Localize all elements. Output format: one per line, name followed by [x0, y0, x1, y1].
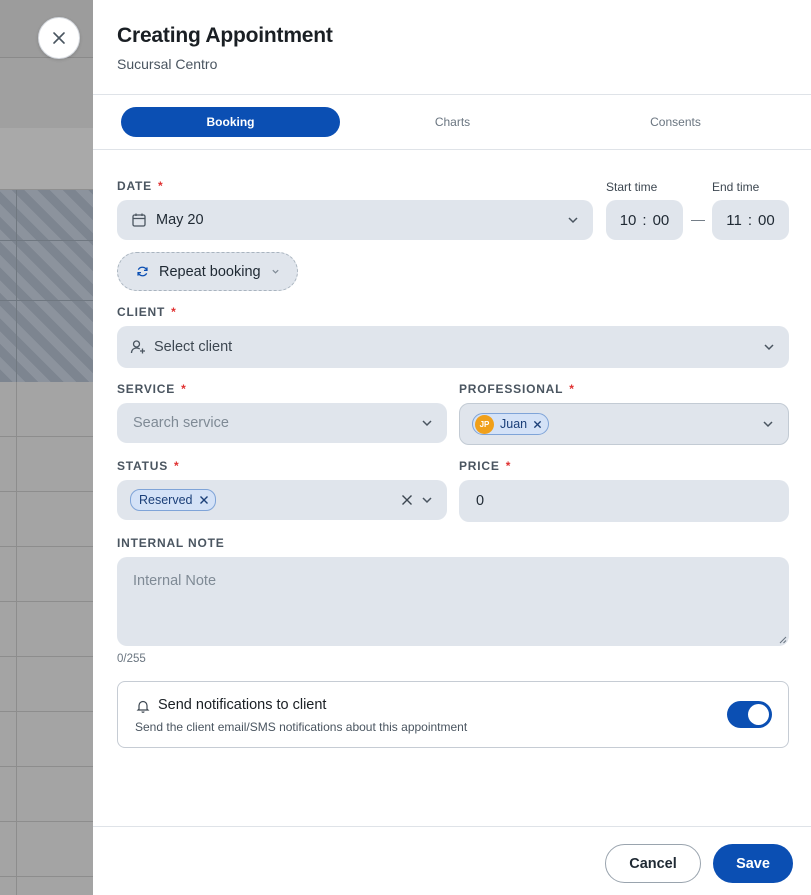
close-button[interactable] — [38, 17, 80, 59]
notification-description: Send the client email/SMS notifications … — [135, 720, 468, 734]
tab-charts[interactable]: Charts — [343, 107, 562, 137]
professional-label: PROFESSIONAL * — [459, 382, 575, 396]
date-value: May 20 — [156, 212, 204, 228]
chevron-down-icon — [421, 417, 433, 429]
notification-settings-card: Send notifications to client Send the cl… — [117, 681, 789, 748]
service-label: SERVICE * — [117, 382, 187, 396]
status-label-text: STATUS — [117, 459, 169, 473]
end-minute[interactable]: 00 — [758, 212, 775, 229]
time-colon: : — [747, 211, 753, 229]
professional-chip-label: Juan — [500, 417, 528, 431]
calendar-grid — [0, 382, 93, 895]
required-marker: * — [157, 179, 164, 193]
remove-chip-icon[interactable] — [199, 495, 209, 505]
date-label-text: DATE — [117, 179, 152, 193]
required-marker: * — [505, 459, 512, 473]
time-colon: : — [642, 211, 647, 229]
tab-booking[interactable]: Booking — [121, 107, 340, 137]
price-input[interactable]: 0 — [459, 480, 789, 522]
calendar-grid-line — [0, 240, 93, 241]
required-marker: * — [174, 459, 180, 473]
end-time-input[interactable]: 11 : 00 — [712, 200, 789, 240]
branch-name: Sucursal Centro — [117, 56, 218, 72]
client-select[interactable]: Select client — [117, 326, 789, 368]
tab-bar: Booking Charts Consents — [93, 95, 811, 150]
status-label: STATUS * — [117, 459, 180, 473]
status-chip-label: Reserved — [139, 493, 193, 507]
page-title: Creating Appointment — [117, 24, 333, 47]
calendar-subheader-band — [0, 58, 93, 128]
appointment-panel: Creating Appointment Sucursal Centro Boo… — [93, 0, 811, 895]
status-select[interactable]: Reserved — [117, 480, 447, 520]
client-label: CLIENT * — [117, 305, 177, 319]
tab-consents[interactable]: Consents — [566, 107, 785, 137]
price-value: 0 — [476, 493, 485, 509]
start-time-label: Start time — [606, 180, 658, 194]
date-label: DATE * — [117, 179, 163, 193]
internal-note-label: INTERNAL NOTE — [117, 536, 225, 550]
refresh-icon — [137, 266, 148, 277]
chevron-down-icon — [567, 214, 579, 226]
add-user-icon — [130, 340, 145, 354]
calendar-grid-line — [0, 300, 93, 301]
start-time-input[interactable]: 10 : 00 — [606, 200, 683, 240]
service-label-text: SERVICE — [117, 382, 176, 396]
chevron-down-icon — [763, 341, 775, 353]
remove-chip-icon[interactable] — [533, 420, 542, 429]
close-icon — [53, 32, 65, 44]
calendar-day-band — [0, 128, 93, 190]
bell-icon — [136, 700, 150, 713]
calendar-icon — [132, 213, 146, 227]
notifications-toggle[interactable] — [727, 701, 772, 728]
service-search-input[interactable]: Search service — [117, 403, 447, 443]
calendar-backdrop — [0, 0, 93, 895]
resize-handle-icon[interactable] — [779, 636, 787, 644]
professional-chip: JP Juan — [472, 413, 550, 435]
required-marker: * — [181, 382, 187, 396]
client-label-text: CLIENT — [117, 305, 166, 319]
cancel-button[interactable]: Cancel — [605, 844, 701, 883]
end-hour[interactable]: 11 — [726, 212, 742, 229]
notification-title: Send notifications to client — [158, 697, 327, 713]
end-time-label: End time — [712, 180, 760, 194]
chevron-down-icon — [271, 269, 279, 274]
blocked-time-slot — [0, 190, 93, 382]
required-marker: * — [171, 305, 177, 319]
professional-select[interactable]: JP Juan — [459, 403, 789, 445]
internal-note-textarea[interactable]: Internal Note — [117, 557, 789, 646]
client-placeholder: Select client — [154, 339, 233, 355]
professional-label-text: PROFESSIONAL — [459, 382, 564, 396]
character-counter: 0/255 — [117, 653, 146, 665]
repeat-booking-label: Repeat booking — [159, 263, 261, 280]
status-chip: Reserved — [130, 489, 216, 511]
clear-icon[interactable] — [401, 494, 413, 506]
price-label-text: PRICE — [459, 459, 500, 473]
chevron-down-icon — [421, 494, 433, 506]
panel-footer: Cancel Save — [93, 826, 811, 895]
start-hour[interactable]: 10 — [620, 212, 637, 229]
internal-note-placeholder: Internal Note — [133, 573, 217, 589]
toggle-knob — [748, 704, 769, 725]
price-label: PRICE * — [459, 459, 511, 473]
date-picker[interactable]: May 20 — [117, 200, 593, 240]
save-button[interactable]: Save — [713, 844, 793, 883]
start-minute[interactable]: 00 — [653, 212, 670, 229]
service-placeholder: Search service — [133, 415, 229, 431]
avatar: JP — [475, 414, 494, 434]
required-marker: * — [569, 382, 575, 396]
chevron-down-icon — [762, 418, 774, 430]
calendar-grid-line — [16, 190, 17, 382]
time-range-separator: — — [691, 211, 705, 227]
repeat-booking-button[interactable]: Repeat booking — [117, 252, 298, 291]
panel-header: Creating Appointment Sucursal Centro — [93, 0, 811, 95]
